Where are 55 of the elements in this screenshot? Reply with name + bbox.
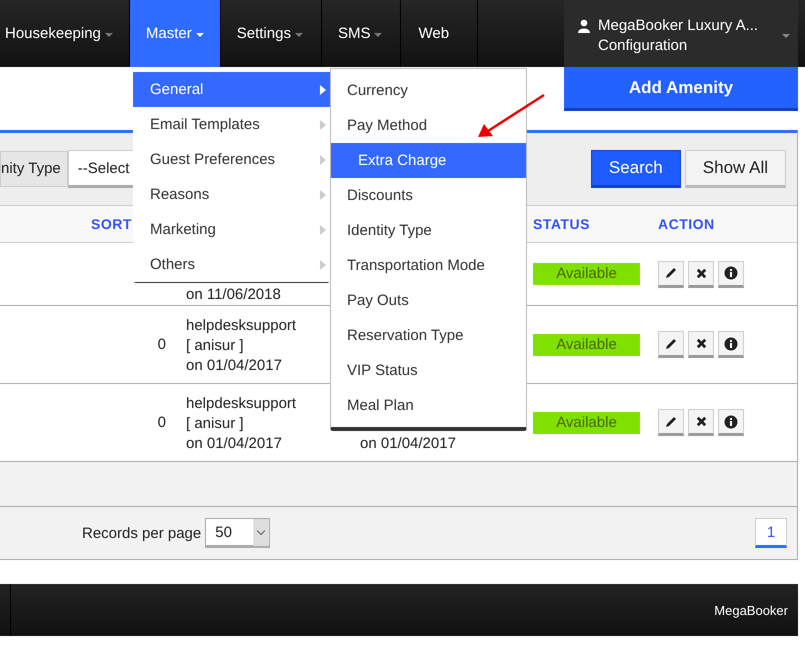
column-header: STATUS xyxy=(533,216,590,232)
table-cell: helpdesksupport [ anisur ] on 01/04/2017 xyxy=(186,316,296,376)
menu-item[interactable]: Extra Charge xyxy=(331,143,526,178)
submenu-arrow-icon xyxy=(320,224,326,234)
close-icon xyxy=(694,415,708,428)
submenu-arrow-icon xyxy=(320,84,326,94)
nav-item[interactable]: Web xyxy=(401,0,478,67)
submenu-arrow-icon xyxy=(320,120,326,130)
info-icon xyxy=(724,266,738,280)
pencil-icon xyxy=(664,336,678,350)
footer-brand: MegaBooker xyxy=(714,602,789,618)
edit-button[interactable] xyxy=(658,409,684,436)
records-per-page-select[interactable]: 50 xyxy=(205,518,270,548)
column-header: ACTION xyxy=(658,216,715,232)
delete-button[interactable] xyxy=(688,260,714,288)
nav-item[interactable]: Master xyxy=(130,0,221,67)
nav-item[interactable]: SMS xyxy=(322,0,402,67)
info-icon xyxy=(724,336,738,350)
filter-label: nity Type xyxy=(0,151,68,187)
pencil-icon xyxy=(664,414,678,428)
records-label: Records per page xyxy=(82,524,202,542)
close-icon xyxy=(694,337,708,350)
status-badge: Available xyxy=(533,334,640,356)
add-amenity-button[interactable]: Add Amenity xyxy=(564,67,798,111)
info-button[interactable] xyxy=(718,260,744,288)
edit-button[interactable] xyxy=(658,260,684,288)
pointer-arrow xyxy=(476,93,546,139)
status-badge: Available xyxy=(533,263,640,285)
status-badge: Available xyxy=(533,412,640,434)
edit-button[interactable] xyxy=(658,331,684,358)
table-cell: on 01/04/2017 xyxy=(360,434,456,454)
info-button[interactable] xyxy=(718,331,744,358)
info-icon xyxy=(724,414,738,428)
caret-icon xyxy=(782,34,790,38)
page-button[interactable]: 1 xyxy=(755,518,787,548)
dropdown-icon xyxy=(253,519,270,546)
delete-button[interactable] xyxy=(688,409,714,436)
search-button[interactable]: Search xyxy=(590,150,681,188)
submenu-arrow-icon xyxy=(320,154,326,164)
pencil-icon xyxy=(664,266,678,280)
table-cell: 0 xyxy=(158,336,166,353)
table-cell: on 11/06/2018 xyxy=(186,285,281,305)
close-icon xyxy=(694,266,708,280)
column-header: SORT xyxy=(91,216,132,232)
submenu-arrow-icon xyxy=(320,260,326,270)
info-button[interactable] xyxy=(718,409,744,436)
user-icon xyxy=(577,19,591,33)
table-cell: 0 xyxy=(158,414,166,431)
submenu-arrow-icon xyxy=(320,190,326,200)
table-cell: helpdesksupport [ anisur ] on 01/04/2017 xyxy=(186,394,296,454)
menu-item[interactable]: General xyxy=(133,72,330,107)
show-all-button[interactable]: Show All xyxy=(684,150,786,188)
nav-item[interactable]: Settings xyxy=(220,0,322,67)
user-menu[interactable]: MegaBooker Luxury A... Configuration xyxy=(564,0,798,67)
delete-button[interactable] xyxy=(688,331,714,358)
